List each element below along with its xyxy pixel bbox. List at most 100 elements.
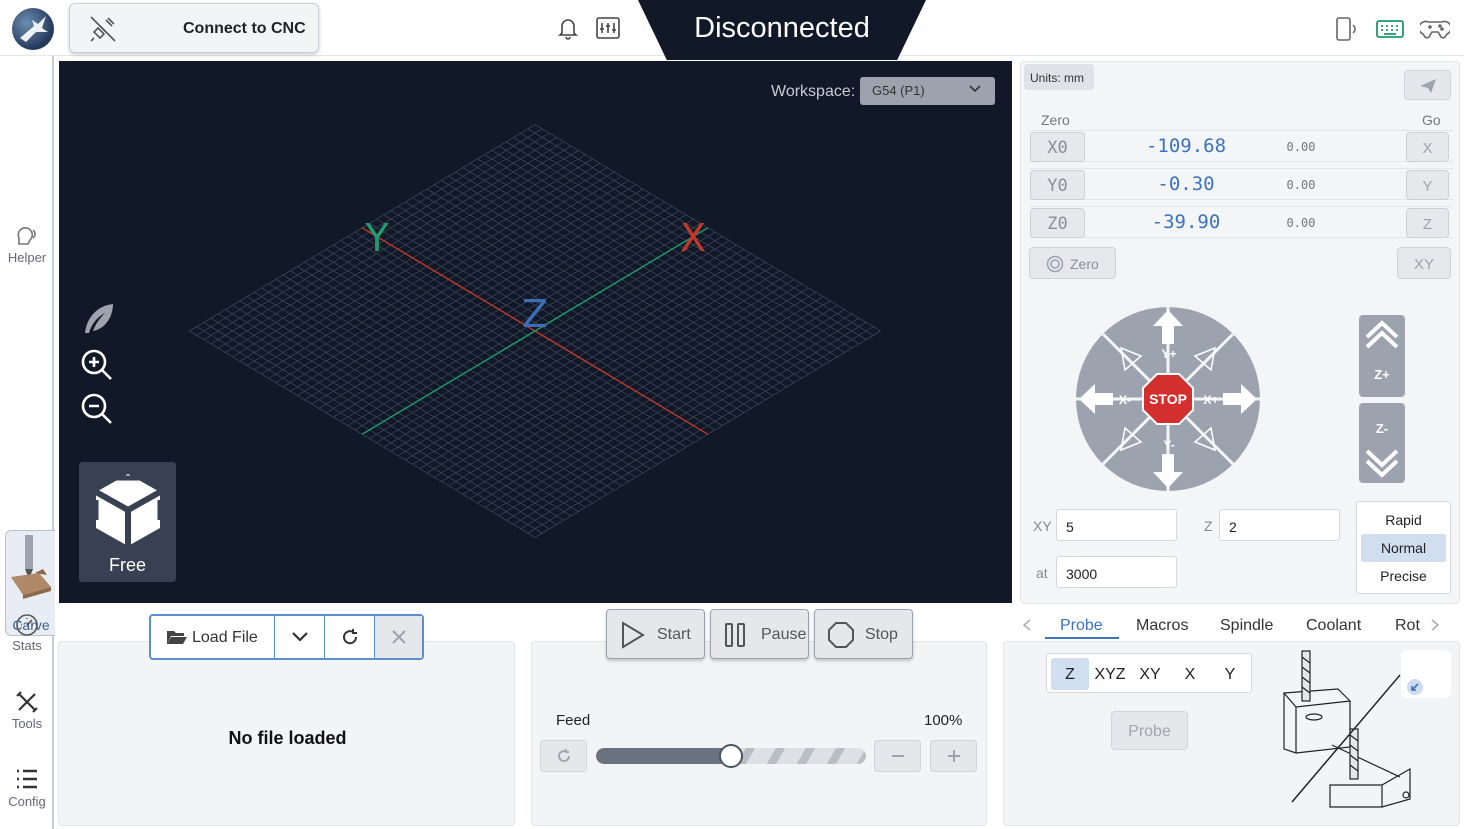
bell-icon[interactable] bbox=[555, 15, 581, 41]
sidebar-item-label: Tools bbox=[11, 716, 43, 731]
feed-slider-thumb[interactable] bbox=[719, 744, 743, 768]
helper-icon bbox=[17, 227, 36, 245]
zero-all-button[interactable]: Zero bbox=[1029, 247, 1116, 279]
workspace-value: G54 (P1) bbox=[872, 83, 925, 98]
connect-label: Connect to CNC bbox=[183, 20, 306, 37]
collapse-icon bbox=[1407, 679, 1423, 695]
y-position[interactable]: -0.30 bbox=[1111, 173, 1261, 195]
pause-button[interactable]: Pause bbox=[710, 609, 809, 659]
feed-reset-button[interactable] bbox=[540, 740, 587, 772]
stop-octagon-icon bbox=[828, 622, 854, 648]
keyboard-icon[interactable] bbox=[1375, 16, 1405, 42]
go-column-header: Go bbox=[1422, 112, 1441, 128]
go-z-button[interactable]: Z bbox=[1406, 208, 1449, 238]
z-position[interactable]: -39.90 bbox=[1111, 211, 1261, 233]
reload-file-button[interactable] bbox=[325, 616, 375, 658]
feed-increase-button[interactable] bbox=[930, 740, 977, 772]
close-icon bbox=[391, 630, 406, 644]
probe-axis-selector: Z XYZ XY X Y bbox=[1046, 653, 1252, 693]
probe-axis-x[interactable]: X bbox=[1171, 658, 1209, 690]
chevron-down-icon bbox=[969, 85, 981, 93]
load-file-button[interactable]: Load File bbox=[151, 616, 275, 658]
feed-slider-fill bbox=[596, 748, 731, 764]
toolpath-visualizer[interactable]: X Y Z Workspace: G54 (P1) Free bbox=[59, 61, 1012, 603]
folder-open-icon bbox=[167, 631, 187, 644]
speed-rapid[interactable]: Rapid bbox=[1361, 506, 1446, 534]
gamepad-icon[interactable] bbox=[1420, 16, 1450, 42]
chevron-right-icon[interactable] bbox=[1430, 619, 1440, 631]
jog-feed-input[interactable]: 3000 bbox=[1056, 556, 1177, 588]
no-file-message: No file loaded bbox=[228, 728, 347, 748]
y-machine-position: 0.00 bbox=[1286, 178, 1316, 192]
sidebar-item-tools[interactable]: Tools bbox=[0, 690, 54, 731]
probe-axis-xyz[interactable]: XYZ bbox=[1091, 658, 1129, 690]
tab-coolant[interactable]: Coolant bbox=[1306, 617, 1361, 635]
speed-precise[interactable]: Precise bbox=[1361, 562, 1446, 590]
jog-feed-label: at bbox=[1036, 565, 1048, 581]
probe-diagram-illustration bbox=[1282, 650, 1411, 808]
jog-speed-selector: Rapid Normal Precise bbox=[1356, 501, 1451, 594]
sidebar-item-config[interactable]: Config bbox=[0, 766, 54, 809]
start-button[interactable]: Start bbox=[606, 609, 705, 659]
go-y-button[interactable]: Y bbox=[1406, 170, 1449, 200]
camera-mode-button[interactable]: Free bbox=[79, 462, 176, 582]
sidebar-item-stats[interactable]: Stats bbox=[0, 612, 54, 653]
firmware-icon[interactable] bbox=[595, 15, 621, 41]
z-step-input[interactable]: 2 bbox=[1219, 509, 1340, 541]
y-minus-label: Y- bbox=[1163, 438, 1174, 452]
sidebar-item-label: Helper bbox=[7, 250, 47, 265]
workspace-select[interactable]: G54 (P1) bbox=[860, 77, 995, 105]
tab-macros[interactable]: Macros bbox=[1136, 617, 1188, 635]
x-position[interactable]: -109.68 bbox=[1111, 135, 1261, 157]
feed-decrease-button[interactable] bbox=[874, 740, 921, 772]
zero-y-button[interactable]: Y0 bbox=[1030, 170, 1085, 200]
jog-stop-button[interactable]: STOP bbox=[1142, 373, 1194, 425]
tab-rotary[interactable]: Rot bbox=[1395, 617, 1420, 635]
speed-normal[interactable]: Normal bbox=[1361, 534, 1446, 562]
play-icon bbox=[622, 621, 645, 649]
recent-files-button[interactable] bbox=[275, 616, 325, 658]
pause-icon bbox=[725, 623, 745, 647]
probe-button[interactable]: Probe bbox=[1111, 711, 1188, 750]
connect-button[interactable]: Connect to CNC bbox=[69, 3, 319, 53]
close-file-button[interactable] bbox=[375, 616, 422, 658]
send-button[interactable] bbox=[1404, 70, 1451, 100]
z-step-label: Z bbox=[1204, 518, 1213, 534]
dro-panel: Units: mm Zero Go X0 -109.68 0.00 X Y0 -… bbox=[1020, 61, 1460, 604]
stop-button[interactable]: Stop bbox=[814, 609, 913, 659]
units-badge: Units: mm bbox=[1024, 64, 1094, 90]
stop-label: Stop bbox=[865, 626, 898, 643]
z-machine-position: 0.00 bbox=[1286, 216, 1316, 230]
tab-spindle[interactable]: Spindle bbox=[1220, 617, 1273, 635]
zero-x-button[interactable]: X0 bbox=[1030, 132, 1085, 162]
paper-plane-icon bbox=[1420, 79, 1436, 93]
camera-mode-label: Free bbox=[108, 555, 146, 575]
go-x-button[interactable]: X bbox=[1406, 132, 1449, 162]
sidebar-item-helper[interactable]: Helper bbox=[0, 224, 54, 265]
chevron-down-icon bbox=[291, 632, 308, 642]
top-bar: Connect to CNC Disconnected bbox=[0, 0, 1464, 60]
zoom-in-icon[interactable] bbox=[79, 347, 115, 383]
feather-icon[interactable] bbox=[79, 301, 117, 339]
probe-axis-z[interactable]: Z bbox=[1051, 658, 1089, 690]
xy-step-input[interactable]: 5 bbox=[1056, 509, 1177, 541]
chevron-left-icon[interactable] bbox=[1022, 619, 1032, 631]
xy-jog-wheel: Y+ Y- X- X+ STOP bbox=[1075, 306, 1261, 492]
jog-z-plus-button[interactable]: Z+ bbox=[1359, 315, 1405, 397]
pause-label: Pause bbox=[761, 626, 807, 643]
left-sidebar: Helper Carve Stats Tools Config bbox=[0, 56, 55, 829]
zoom-out-icon[interactable] bbox=[79, 391, 115, 427]
probe-axis-y[interactable]: Y bbox=[1211, 658, 1249, 690]
phone-icon[interactable] bbox=[1333, 16, 1359, 42]
probe-expand-button[interactable] bbox=[1401, 650, 1451, 698]
cube-view-icon bbox=[93, 474, 163, 546]
zero-z-button[interactable]: Z0 bbox=[1030, 208, 1085, 238]
probe-axis-xy[interactable]: XY bbox=[1131, 658, 1169, 690]
jog-z-minus-button[interactable]: Z- bbox=[1359, 403, 1405, 483]
carve-icon bbox=[10, 535, 51, 599]
connection-status-banner: Disconnected bbox=[638, 0, 926, 60]
tab-probe[interactable]: Probe bbox=[1060, 617, 1103, 635]
go-xy-button[interactable]: XY bbox=[1397, 247, 1451, 279]
z-jog-control: Z+ Z- bbox=[1359, 315, 1405, 483]
y-axis-label: Y bbox=[364, 216, 389, 260]
